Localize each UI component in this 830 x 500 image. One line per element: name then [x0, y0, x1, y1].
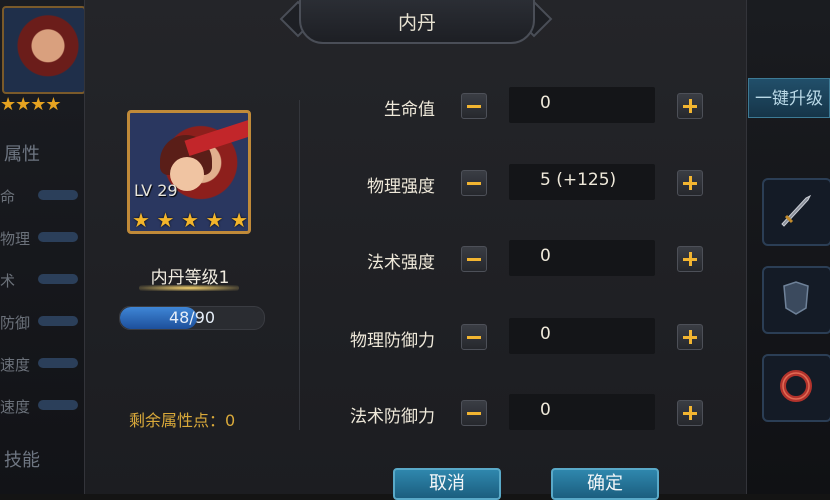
- background-attr-6: 速度: [0, 398, 31, 416]
- background-attr-bar-6: [38, 400, 78, 410]
- neidan-dialog: 内丹 LV 29 ★ ★ ★ ★ ★ 内丹等级1 48/90 剩余属性点：0 生…: [84, 0, 747, 500]
- background-attr-4: 防御: [0, 314, 31, 332]
- minus-icon: [467, 258, 481, 261]
- attr-value: 0: [540, 246, 551, 266]
- equipment-slot-3[interactable]: [762, 354, 830, 422]
- attr-label: 物理防御力: [350, 331, 435, 351]
- background-attr-bar-2: [38, 232, 78, 242]
- dialog-title-plate: 内丹: [299, 0, 535, 44]
- attr-label: 法术防御力: [350, 407, 435, 427]
- one-click-upgrade-button[interactable]: 一键升级: [748, 78, 830, 118]
- star-icon: ★: [205, 208, 224, 232]
- sword-icon: [781, 194, 812, 227]
- attr-value: 0: [540, 400, 551, 420]
- increase-physical-strength-button[interactable]: [677, 170, 703, 196]
- minus-icon: [467, 182, 481, 185]
- background-section-skills: 技能: [4, 450, 40, 471]
- remaining-points: 剩余属性点：0: [129, 411, 236, 430]
- increase-magic-strength-button[interactable]: [677, 246, 703, 272]
- background-stars: ★★★★: [0, 94, 62, 115]
- background-hero-avatar[interactable]: [2, 6, 86, 94]
- background-attr-bar-1: [38, 190, 78, 200]
- armor-icon: [783, 281, 809, 315]
- decrease-magic-strength-button[interactable]: [461, 246, 487, 272]
- attr-label: 物理强度: [367, 177, 435, 197]
- attr-row-magic-strength: 法术强度 0: [315, 240, 715, 280]
- decrease-magic-defense-button[interactable]: [461, 400, 487, 426]
- minus-icon: [467, 336, 481, 339]
- background-attr-bar-5: [38, 358, 78, 368]
- confirm-button[interactable]: 确定: [551, 468, 659, 500]
- attr-value-box: 0: [509, 240, 655, 276]
- decrease-hp-button[interactable]: [461, 93, 487, 119]
- star-icon: ★: [230, 208, 248, 232]
- attr-row-physical-strength: 物理强度 5 (+125): [315, 164, 715, 204]
- exp-progress-bar: 48/90: [119, 306, 265, 330]
- hero-stars: ★ ★ ★ ★ ★: [132, 208, 248, 232]
- attr-value-box: 0: [509, 394, 655, 430]
- attr-value: 0: [540, 324, 551, 344]
- background-attr-1: 命: [0, 188, 16, 206]
- attr-row-physical-defense: 物理防御力 0: [315, 318, 715, 358]
- increase-physical-defense-button[interactable]: [677, 324, 703, 350]
- background-attr-bar-3: [38, 274, 78, 284]
- equipment-slot-2[interactable]: [762, 266, 830, 334]
- hero-portrait[interactable]: LV 29 ★ ★ ★ ★ ★: [127, 110, 251, 234]
- dialog-title: 内丹: [397, 12, 436, 34]
- attr-row-hp: 生命值 0: [315, 87, 715, 127]
- attr-value: 0: [540, 93, 551, 113]
- exp-progress-text: 48/90: [168, 308, 216, 327]
- attr-value-box: 0: [509, 87, 655, 123]
- star-icon: ★: [156, 208, 175, 232]
- panel-divider: [299, 100, 300, 430]
- minus-icon: [467, 105, 481, 108]
- level-glow: [139, 285, 239, 291]
- cancel-button[interactable]: 取消: [393, 468, 501, 500]
- star-icon: ★: [181, 208, 199, 232]
- star-icon: ★: [132, 208, 150, 232]
- decrease-physical-strength-button[interactable]: [461, 170, 487, 196]
- increase-hp-button[interactable]: [677, 93, 703, 119]
- attr-row-magic-defense: 法术防御力 0: [315, 394, 715, 434]
- attr-value-box: 0: [509, 318, 655, 354]
- ring-icon: [780, 370, 812, 402]
- attr-label: 生命值: [384, 100, 435, 120]
- background-attr-3: 术: [0, 272, 16, 290]
- background-attr-2: 物理: [0, 230, 31, 248]
- minus-icon: [467, 412, 481, 415]
- decrease-physical-defense-button[interactable]: [461, 324, 487, 350]
- background-attr-5: 速度: [0, 356, 31, 374]
- attr-label: 法术强度: [367, 253, 435, 273]
- background-section-attributes: 属性: [4, 144, 40, 165]
- equipment-slot-1[interactable]: [762, 178, 830, 246]
- attr-value-box: 5 (+125): [509, 164, 655, 200]
- hero-level: LV 29: [134, 181, 178, 200]
- increase-magic-defense-button[interactable]: [677, 400, 703, 426]
- background-attr-bar-4: [38, 316, 78, 326]
- attr-value: 5 (+125): [540, 170, 617, 190]
